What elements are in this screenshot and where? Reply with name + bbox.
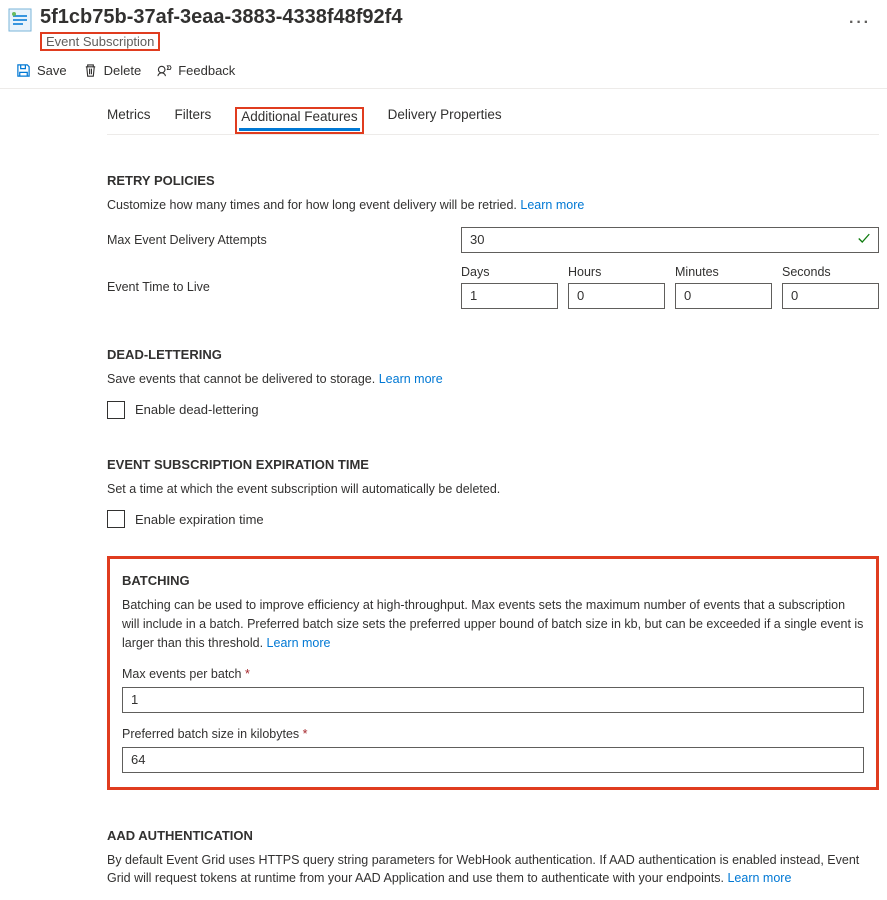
- max-attempts-input[interactable]: [461, 227, 879, 253]
- ttl-seconds-label: Seconds: [782, 265, 879, 279]
- page-title: 5f1cb75b-37af-3eaa-3883-4338f48f92f4: [40, 4, 841, 30]
- expiration-title: EVENT SUBSCRIPTION EXPIRATION TIME: [107, 457, 879, 472]
- batching-desc: Batching can be used to improve efficien…: [122, 596, 864, 652]
- tabs: Metrics Filters Additional Features Deli…: [107, 107, 879, 135]
- ttl-hours-label: Hours: [568, 265, 665, 279]
- ttl-minutes-label: Minutes: [675, 265, 772, 279]
- tab-additional-features[interactable]: Additional Features: [235, 107, 363, 134]
- deadletter-title: DEAD-LETTERING: [107, 347, 879, 362]
- tab-metrics[interactable]: Metrics: [107, 107, 151, 134]
- retry-desc: Customize how many times and for how lon…: [107, 196, 879, 215]
- enable-deadletter-label: Enable dead-lettering: [135, 402, 259, 417]
- ttl-minutes-input[interactable]: [675, 283, 772, 309]
- enable-expiration-label: Enable expiration time: [135, 512, 264, 527]
- delete-icon: [83, 63, 98, 78]
- aad-desc: By default Event Grid uses HTTPS query s…: [107, 851, 879, 889]
- enable-expiration-checkbox[interactable]: [107, 510, 125, 528]
- batching-title: BATCHING: [122, 573, 864, 588]
- retry-learn-more-link[interactable]: Learn more: [520, 198, 584, 212]
- delete-button[interactable]: Delete: [83, 63, 142, 78]
- ttl-hours-input[interactable]: [568, 283, 665, 309]
- ttl-seconds-input[interactable]: [782, 283, 879, 309]
- aad-learn-more-link[interactable]: Learn more: [727, 871, 791, 885]
- enable-deadletter-checkbox[interactable]: [107, 401, 125, 419]
- page-subtitle: Event Subscription: [40, 32, 160, 51]
- tab-delivery-properties[interactable]: Delivery Properties: [388, 107, 502, 134]
- ttl-label: Event Time to Live: [107, 280, 461, 294]
- event-subscription-icon: [8, 8, 32, 32]
- expiration-section: EVENT SUBSCRIPTION EXPIRATION TIME Set a…: [107, 457, 879, 529]
- feedback-label: Feedback: [178, 63, 235, 78]
- batching-section: BATCHING Batching can be used to improve…: [107, 556, 879, 789]
- max-events-input[interactable]: [122, 687, 864, 713]
- toolbar: Save Delete Feedback: [0, 51, 887, 89]
- save-button[interactable]: Save: [16, 63, 67, 78]
- delete-label: Delete: [104, 63, 142, 78]
- save-icon: [16, 63, 31, 78]
- ttl-days-input[interactable]: [461, 283, 558, 309]
- aad-section: AAD AUTHENTICATION By default Event Grid…: [107, 828, 879, 889]
- retry-policies-section: RETRY POLICIES Customize how many times …: [107, 173, 879, 309]
- check-icon: [857, 231, 871, 248]
- retry-title: RETRY POLICIES: [107, 173, 879, 188]
- dead-lettering-section: DEAD-LETTERING Save events that cannot b…: [107, 347, 879, 419]
- max-events-label: Max events per batch *: [122, 667, 864, 681]
- save-label: Save: [37, 63, 67, 78]
- preferred-size-input[interactable]: [122, 747, 864, 773]
- ttl-days-label: Days: [461, 265, 558, 279]
- deadletter-desc: Save events that cannot be delivered to …: [107, 370, 879, 389]
- feedback-button[interactable]: Feedback: [157, 63, 235, 78]
- feedback-icon: [157, 63, 172, 78]
- preferred-size-label: Preferred batch size in kilobytes *: [122, 727, 864, 741]
- max-attempts-label: Max Event Delivery Attempts: [107, 233, 461, 247]
- more-button[interactable]: ···: [841, 10, 879, 36]
- deadletter-learn-more-link[interactable]: Learn more: [379, 372, 443, 386]
- tab-filters[interactable]: Filters: [175, 107, 212, 134]
- batching-learn-more-link[interactable]: Learn more: [267, 636, 331, 650]
- aad-title: AAD AUTHENTICATION: [107, 828, 879, 843]
- expiration-desc: Set a time at which the event subscripti…: [107, 480, 879, 499]
